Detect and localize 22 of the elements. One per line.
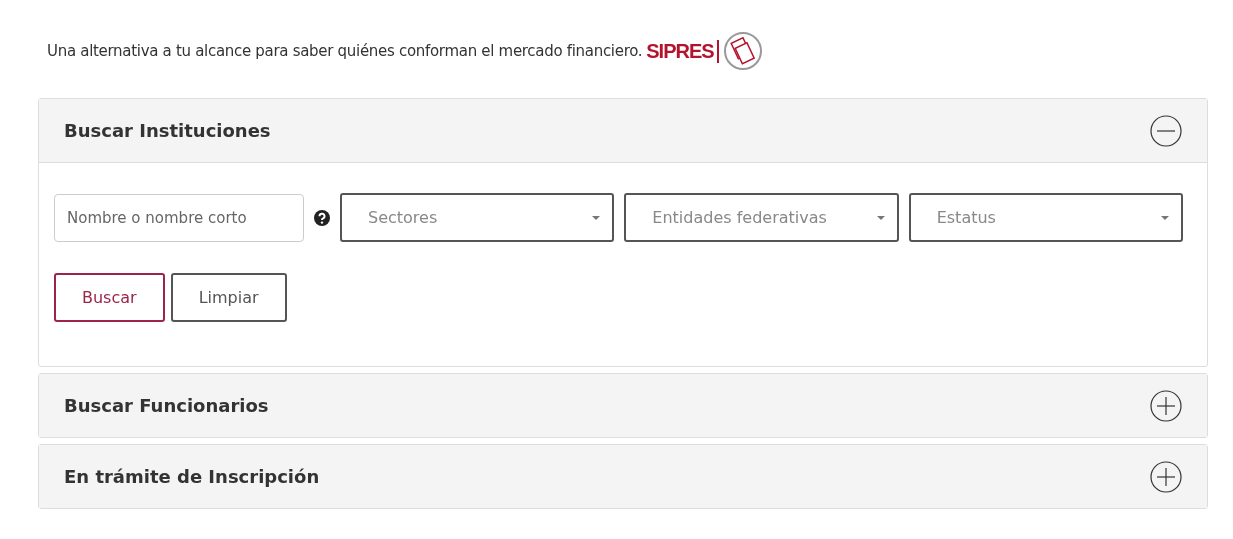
collapse-icon[interactable] — [1150, 114, 1182, 147]
search-field[interactable]: Nombre o nombre corto — [54, 193, 304, 242]
expand-icon[interactable] — [1150, 460, 1182, 493]
panel-title: Buscar Instituciones — [64, 120, 271, 141]
clear-button[interactable]: Limpiar — [170, 273, 287, 322]
help-icon[interactable] — [314, 209, 330, 226]
intro-text: Una alternativa a tu alcance para saber quiénes conforman el mercado financiero. — [47, 42, 643, 60]
panel-title: Buscar Funcionarios — [64, 395, 269, 416]
panel-title: En trámite de Inscripción — [64, 466, 320, 487]
dropdown-select[interactable]: Entidades federativas — [624, 193, 899, 242]
search-button[interactable]: Buscar — [54, 273, 165, 322]
accordion-header[interactable]: Buscar Instituciones — [39, 99, 1207, 163]
caret-icon — [876, 215, 885, 220]
logo-text: SIPRES — [646, 39, 719, 63]
expand-icon[interactable] — [1150, 389, 1182, 422]
accordion-header[interactable]: En trámite de Inscripción — [39, 445, 1207, 508]
dropdown-select[interactable]: Sectores — [340, 193, 615, 242]
dropdown-select[interactable]: Estatus — [908, 193, 1183, 242]
caret-icon — [1161, 215, 1169, 220]
caret-icon — [592, 215, 601, 220]
logo-emblem-icon — [722, 31, 763, 71]
accordion-header[interactable]: Buscar Funcionarios — [39, 374, 1207, 437]
